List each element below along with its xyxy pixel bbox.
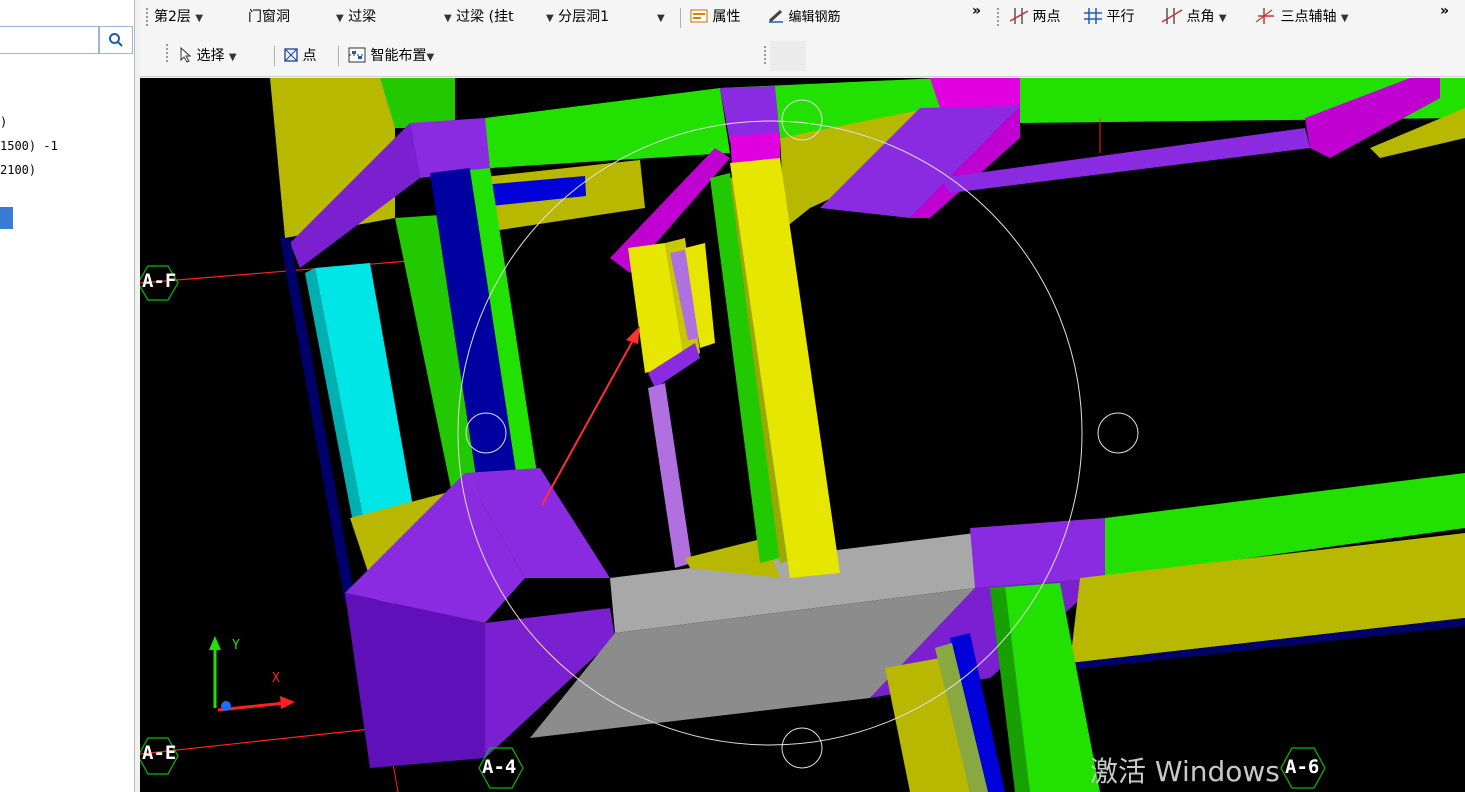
dropdown-arrow-icon: ▼ (1218, 13, 1227, 24)
annotation-arrow (541, 332, 638, 506)
toolbar-empty-area (770, 41, 806, 71)
properties-icon (690, 9, 708, 23)
dropdown-arrow-icon: ▼ (195, 13, 204, 24)
annotation-arrowhead (626, 326, 640, 344)
dropdown-arrow-icon: ▼ (336, 13, 344, 24)
toolbar-grip[interactable] (146, 8, 148, 28)
search-button[interactable] (99, 26, 133, 54)
axis-label-a-4: A-4 (482, 756, 517, 778)
list-item[interactable]: ) (0, 115, 7, 129)
three-point-axis-button[interactable]: 三点辅轴 ▼ (1255, 6, 1349, 28)
dropdown-arrow-icon: ▼ (1340, 13, 1349, 24)
axis-label-a-f: A-F (142, 270, 177, 292)
toolbar-grip[interactable] (997, 8, 999, 28)
cursor-arrow-icon (180, 46, 192, 63)
toolbar-grip[interactable] (764, 46, 766, 66)
category-select[interactable]: 门窗洞 (248, 6, 290, 28)
pencil-icon (768, 9, 783, 23)
properties-button[interactable]: 属性 (690, 6, 740, 28)
toolbar-overflow-button-2[interactable]: » (1440, 0, 1449, 22)
search-input[interactable] (0, 26, 99, 54)
windows-activation-watermark: 激活 Windows (1090, 755, 1280, 788)
magenta-block-top (930, 78, 1020, 108)
green-beam-top (485, 88, 730, 168)
separator (274, 46, 275, 66)
instance-dropdown-button[interactable]: ▼ (657, 6, 665, 28)
dropdown-arrow-icon: ▼ (657, 13, 665, 24)
dropdown-arrow-icon: ▼ (444, 13, 452, 24)
floor-select[interactable]: 第2层 ▼ (154, 6, 203, 28)
axis-label-a-e: A-E (142, 742, 177, 764)
smart-layout-icon (348, 47, 366, 63)
parallel-axis-icon (1084, 8, 1102, 24)
list-item[interactable]: 1500) -1 (0, 139, 58, 153)
guide-handle-bottom (781, 727, 823, 769)
parallel-axis-button[interactable]: 平行 (1084, 6, 1134, 28)
lavender-post-vertical (648, 383, 692, 568)
toolbar-row-1: 第2层 ▼ 门窗洞 ▼ 过梁 ▼ 过梁 (挂t ▼ 分层洞1 ▼ 属性 编辑钢筋… (140, 0, 1465, 36)
list-item[interactable]: 2100) (0, 163, 36, 177)
point-box-icon (284, 48, 298, 62)
selected-item-highlight[interactable] (0, 207, 13, 229)
two-point-axis-button[interactable]: 两点 (1009, 6, 1060, 28)
edit-rebar-button[interactable]: 编辑钢筋 (768, 6, 840, 28)
component-type-select[interactable]: ▼ 过梁 (挂t (444, 6, 514, 28)
ucs-y-label: Y (232, 638, 240, 653)
guide-handle-right (1097, 412, 1139, 454)
component-list-panel: ) 1500) -1 2100) (0, 0, 135, 792)
separator (680, 8, 681, 28)
ucs-origin (221, 701, 231, 711)
point-angle-axis-icon (1161, 8, 1183, 24)
select-button[interactable]: 选择 ▼ (180, 45, 237, 67)
point-angle-axis-button[interactable]: 点角 ▼ (1161, 6, 1227, 28)
three-point-axis-icon (1255, 8, 1274, 24)
search-icon (109, 33, 123, 47)
purple-corner-block-front (345, 593, 485, 768)
3d-scene (140, 78, 1465, 792)
dropdown-arrow-icon: ▼ (426, 52, 435, 63)
toolbar-row-2: 选择 ▼ 点 智能布置▼ (140, 36, 1465, 77)
instance-select[interactable]: ▼ 分层洞1 (546, 6, 609, 28)
toolbar-overflow-button[interactable]: » (972, 0, 981, 22)
smart-layout-button[interactable]: 智能布置▼ (348, 45, 434, 67)
component-select[interactable]: ▼ 过梁 (336, 6, 376, 28)
two-point-axis-icon (1009, 8, 1029, 24)
ucs-y-arrowhead (209, 636, 221, 650)
dropdown-arrow-icon: ▼ (228, 52, 237, 63)
axis-label-a-6: A-6 (1285, 756, 1320, 778)
toolbar-grip[interactable] (166, 44, 168, 64)
3d-viewport[interactable]: A-F A-E A-4 A-6 Y X 激活 Windows (140, 78, 1465, 792)
separator (338, 46, 339, 66)
point-button[interactable]: 点 (284, 45, 316, 67)
ucs-x-arrowhead (280, 696, 295, 709)
dropdown-arrow-icon: ▼ (546, 13, 554, 24)
ucs-x-label: X (272, 671, 280, 686)
